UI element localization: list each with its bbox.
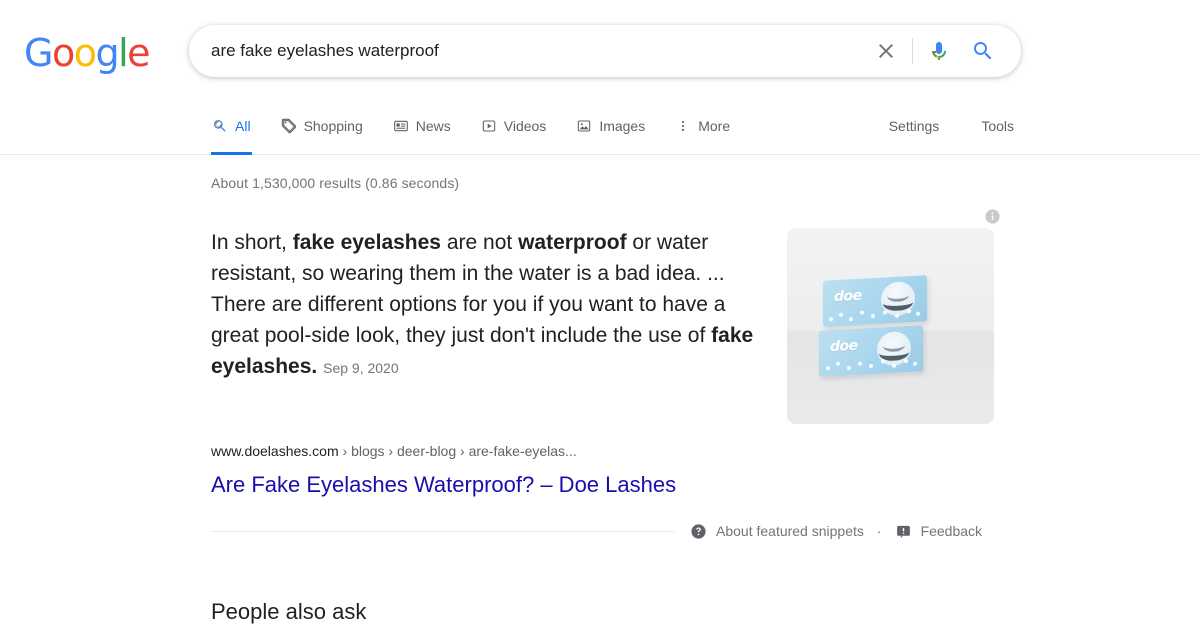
lash-box-dots-top	[827, 303, 923, 322]
result-link-block: www.doelashes.com › blogs › deer-blog › …	[211, 441, 1200, 500]
featured-snippet: In short, fake eyelashes are not waterpr…	[211, 209, 1200, 542]
logo-letter-l: l	[118, 31, 129, 75]
snippet-footer: About featured snippets · Feedback	[211, 520, 1200, 542]
footer-separator: ·	[876, 523, 882, 539]
logo-letter-g2: g	[95, 31, 119, 75]
tab-news[interactable]: News	[392, 104, 452, 148]
breadcrumb-domain: www.doelashes.com	[211, 443, 339, 459]
tab-all[interactable]: All	[211, 104, 252, 155]
tab-videos[interactable]: Videos	[480, 104, 548, 148]
close-icon	[879, 44, 893, 58]
search-box[interactable]	[189, 25, 1021, 77]
featured-snippet-text: In short, fake eyelashes are not waterpr…	[211, 227, 763, 384]
tag-icon	[281, 118, 296, 134]
search-input[interactable]	[211, 36, 864, 66]
lash-box-brand-bottom: doe	[830, 337, 858, 356]
search-nav-tabs: All Shopping News Videos Images More Set…	[0, 104, 1200, 155]
feedback-link[interactable]: Feedback	[895, 523, 982, 540]
breadcrumb-path: › blogs › deer-blog › are-fake-eyelas...	[338, 443, 577, 459]
tools-button[interactable]: Tools	[981, 104, 1014, 148]
feedback-flag-icon	[896, 525, 910, 538]
results-area: About 1,530,000 results (0.86 seconds) I…	[0, 155, 1200, 626]
search-divider	[912, 38, 913, 64]
logo-letter-o2: o	[73, 31, 97, 75]
lash-box-brand-top: doe	[834, 287, 862, 306]
tab-images-label: Images	[599, 118, 646, 134]
logo-letter-o1: o	[51, 31, 75, 75]
tab-images[interactable]: Images	[575, 104, 646, 148]
breadcrumb[interactable]: www.doelashes.com › blogs › deer-blog › …	[211, 441, 1200, 461]
snippet-part-3: waterproof	[518, 231, 627, 254]
snippet-part-6: .	[311, 355, 318, 378]
about-featured-snippets-link[interactable]: About featured snippets	[690, 523, 864, 540]
tab-all-label: All	[235, 118, 251, 134]
snippet-part-1: fake eyelashes	[292, 231, 441, 254]
snippet-thumbnail-image[interactable]: doe doe	[787, 228, 994, 424]
google-search-results-page: Google are fake eyelashes waterproof All…	[0, 0, 1200, 634]
logo-letter-g1: G	[24, 31, 53, 75]
settings-button[interactable]: Settings	[889, 104, 940, 148]
clear-search-button[interactable]	[864, 29, 908, 73]
about-featured-snippets-label: About featured snippets	[716, 523, 864, 539]
logo-letter-e: e	[127, 31, 150, 75]
news-icon	[393, 120, 408, 132]
snippet-part-2: are not	[441, 231, 519, 254]
lash-box-dots-bottom	[823, 353, 919, 372]
feedback-label: Feedback	[920, 523, 983, 539]
snippet-date: Sep 9, 2020	[323, 360, 399, 376]
help-circle-icon	[691, 523, 706, 539]
result-title-link[interactable]: Are Fake Eyelashes Waterproof? – Doe Las…	[211, 470, 676, 500]
nav-right-actions: Settings Tools	[847, 104, 1200, 148]
people-also-ask-title: People also ask	[211, 599, 367, 624]
result-stats: About 1,530,000 results (0.86 seconds)	[211, 175, 460, 191]
microphone-icon	[932, 42, 946, 60]
tab-news-label: News	[415, 118, 451, 134]
footer-divider	[211, 530, 675, 532]
search-icon	[974, 42, 992, 60]
snippet-part-0: In short,	[211, 231, 293, 254]
image-info-button[interactable]	[984, 208, 1001, 230]
tab-videos-label: Videos	[503, 118, 547, 134]
google-logo[interactable]: Google	[24, 31, 151, 75]
more-vertical-icon	[682, 120, 685, 132]
tab-shopping[interactable]: Shopping	[280, 104, 364, 148]
tab-more[interactable]: More	[674, 104, 731, 148]
image-icon	[578, 120, 591, 132]
page-header: Google	[0, 0, 1200, 104]
tab-shopping-label: Shopping	[303, 118, 363, 134]
search-icon	[214, 120, 226, 132]
submit-search-button[interactable]	[961, 29, 1005, 73]
lash-box-top: doe	[823, 275, 927, 327]
lash-box-bottom: doe	[819, 325, 923, 377]
info-icon	[985, 209, 1000, 224]
voice-search-button[interactable]	[917, 29, 961, 73]
tab-more-label: More	[698, 118, 731, 134]
video-icon	[482, 120, 495, 132]
search-actions	[864, 29, 1021, 73]
